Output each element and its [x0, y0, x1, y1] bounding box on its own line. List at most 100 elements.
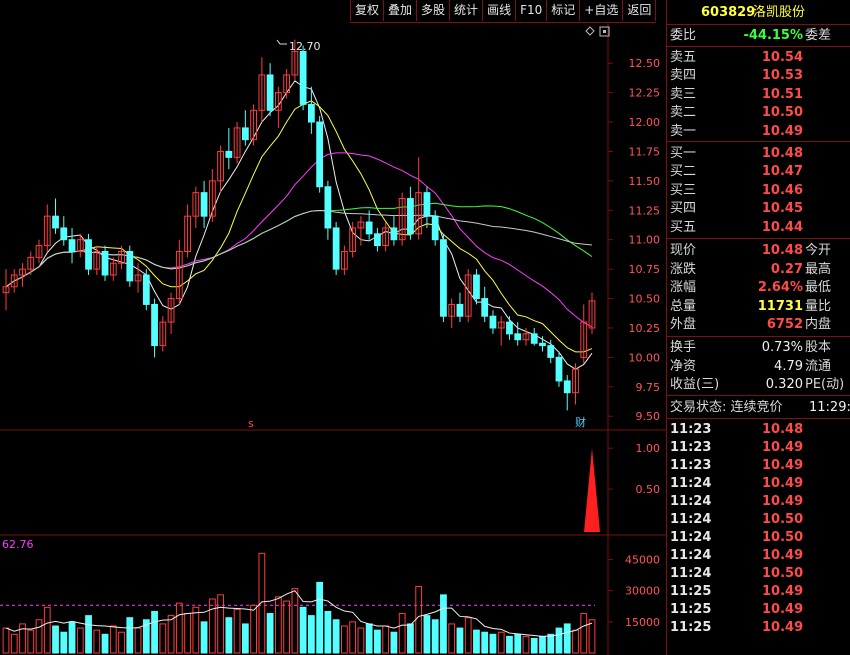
candle-body [60, 227, 68, 241]
volume-bar [126, 617, 134, 654]
tick-price: 10.48 [762, 422, 804, 437]
volume-bar [497, 631, 505, 654]
tick-price: 10.50 [762, 530, 804, 545]
volume-bar [506, 635, 513, 654]
candles [2, 39, 596, 411]
weibi-label: 委比 [670, 28, 697, 43]
volume-bar [382, 625, 390, 654]
price-tick-label: 12.25 [629, 87, 661, 100]
price-tick-label: 11.25 [629, 204, 661, 217]
bid-price: 10.45 [761, 201, 803, 217]
ask-price: 10.54 [761, 50, 803, 65]
tick-price: 10.49 [762, 584, 804, 599]
volume-bar [68, 621, 76, 654]
tick-time: 11:25 [670, 584, 712, 599]
volume-bar [423, 615, 431, 654]
volume-indicator-value: 62.76 [2, 538, 34, 551]
fundamental-value: 4.79 [774, 358, 803, 374]
quote-value: 6752 [766, 317, 803, 333]
tick-price: 10.49 [762, 476, 804, 491]
quote-label: 现价 [670, 243, 697, 258]
tick-time: 11:23 [670, 440, 712, 455]
volume-bar [109, 625, 117, 654]
tick-time: 11:25 [670, 602, 712, 617]
stock-name: 洛凯股份 [753, 5, 806, 20]
volume-bar [390, 631, 398, 654]
ask-price: 10.51 [761, 86, 803, 102]
trade-status-row: 交易状态: 连续竞价 11:29:5 [667, 399, 850, 417]
volume-tick-label: 45000 [625, 554, 660, 567]
ask-row: 卖一 10.49 [667, 123, 850, 141]
candle-body [374, 233, 381, 247]
volume-ma-line [5, 590, 593, 637]
bid-label: 买二 [670, 164, 697, 180]
bid-price: 10.44 [761, 219, 803, 235]
tick-row: 11:23 10.48 [667, 421, 850, 439]
volume-tick-label: 15000 [625, 616, 660, 629]
tick-time: 11:24 [670, 494, 712, 509]
volume-bar [440, 594, 447, 654]
volume-bar [555, 627, 563, 654]
candle-body [126, 250, 134, 282]
volume-bar [250, 604, 257, 654]
quote-row: 涨幅 2.64% 最低 [667, 279, 850, 297]
tick-row: 11:23 10.49 [667, 457, 850, 475]
tick-time: 11:24 [670, 530, 712, 545]
high-marker: 12.70 [276, 39, 321, 53]
tick-time: 11:24 [670, 548, 712, 563]
volume-bar [563, 623, 571, 654]
fundamental-value: 0.73% [761, 340, 803, 355]
ask-label: 卖一 [670, 123, 697, 139]
volume-bar [2, 627, 10, 654]
volume-bar [192, 606, 200, 654]
volume-bars [0, 552, 596, 654]
stock-header: 603829 洛凯股份 [667, 4, 850, 22]
trade-status-time: 11:29:5 [809, 400, 850, 415]
volume-bar [85, 615, 92, 654]
tick-row: 11:24 10.50 [667, 529, 850, 547]
bid-row: 买一 10.48 [667, 145, 850, 163]
volume-bar [208, 598, 216, 654]
volume-bar [588, 619, 596, 654]
candle-body [332, 227, 340, 270]
volume-bar [307, 615, 315, 654]
candle-body [200, 192, 208, 217]
price-tick-label: 10.25 [629, 322, 661, 335]
bid-label: 买五 [670, 219, 697, 235]
volume-bar [341, 625, 348, 654]
candle-body [151, 303, 158, 347]
volume-bar [365, 623, 373, 654]
ma10-line [5, 100, 593, 353]
volume-bar [464, 617, 472, 654]
volume-bar [159, 623, 167, 654]
price-tick-label: 12.00 [629, 116, 661, 129]
price-axis: 12.50 12.25 12.00 11.75 11.50 11.25 11.00 10.75… [608, 57, 660, 423]
candle-body [324, 186, 332, 229]
ask-label: 卖二 [670, 105, 697, 121]
volume-bar [283, 600, 291, 654]
signal-spike [584, 448, 600, 532]
volume-bar [151, 610, 158, 654]
volume-bar [473, 629, 480, 654]
volume-bar [225, 617, 233, 654]
volume-bar [332, 619, 340, 654]
finance-marker[interactable]: 财 [575, 415, 586, 429]
tick-row: 11:24 10.50 [667, 565, 850, 583]
quote-label: 总量 [670, 298, 697, 314]
volume-bar [448, 623, 456, 654]
fundamental-sub-label: PE(动) [805, 377, 845, 393]
price-tick-label: 11.00 [629, 234, 661, 247]
candle-body [530, 333, 538, 344]
candle-body [514, 333, 522, 341]
diamond-icon[interactable] [585, 26, 595, 36]
quote-label: 外盘 [670, 317, 697, 333]
volume-bar [233, 608, 241, 654]
fundamental-label: 净资 [670, 358, 697, 374]
volume-bar [175, 602, 183, 654]
kline-chart[interactable]: 12.50 12.25 12.00 11.75 11.50 11.25 11.00 10.75… [0, 0, 666, 655]
ask-row: 卖二 10.50 [667, 104, 850, 122]
candle-body [440, 239, 447, 317]
tick-price: 10.49 [762, 458, 804, 473]
volume-bar [93, 629, 101, 654]
volume-bar [200, 621, 208, 654]
